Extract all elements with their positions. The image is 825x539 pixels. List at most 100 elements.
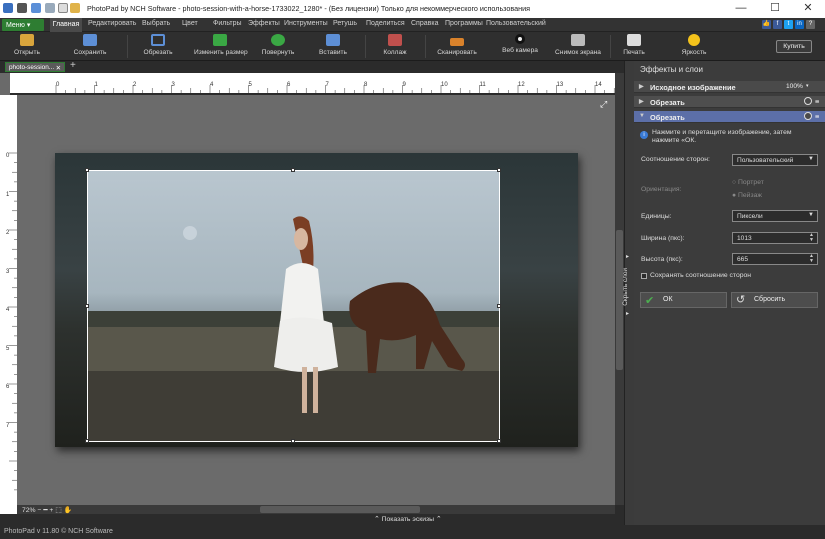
tab-share[interactable]: Поделиться	[366, 20, 405, 27]
crop-handle-tm[interactable]	[291, 168, 295, 172]
zoom-level[interactable]: 72% − ━ + ⬚ ✋	[22, 506, 72, 514]
aspect-select[interactable]: Пользовательский ▼	[732, 154, 818, 166]
stepper-icon[interactable]: ▲ ▼	[809, 233, 814, 243]
collapse-arrow-icon-2[interactable]: ▸	[626, 310, 629, 317]
layer-menu-icon[interactable]: ≡	[815, 97, 819, 106]
portrait-label: Портрет	[738, 179, 764, 186]
tab-home[interactable]: Главная	[50, 18, 82, 32]
hide-layers-label[interactable]: Скрыть слои	[622, 268, 629, 306]
brightness-label: Яркость	[681, 49, 707, 56]
crop-button[interactable]: Обрезать	[140, 34, 176, 56]
scan-button[interactable]: Сканировать	[435, 34, 479, 56]
ruler-label: 0	[6, 153, 10, 159]
toggle-layer-icon[interactable]	[804, 97, 812, 105]
printer-icon	[627, 34, 641, 46]
tab-retouch[interactable]: Ретушь	[333, 20, 357, 27]
open-button[interactable]: Открыть	[10, 34, 44, 56]
tab-edit[interactable]: Редактировать	[88, 20, 136, 27]
close-button[interactable]: ✕	[791, 0, 825, 18]
tab-tools[interactable]: Инструменты	[284, 20, 328, 27]
crop-instructions: Нажмите и перетащите изображение, затем …	[652, 129, 792, 144]
like-icon[interactable]: 👍	[762, 20, 771, 29]
ruler-label: 2	[6, 230, 10, 236]
expand-arrow-icon[interactable]: ▶	[639, 98, 644, 105]
insert-button[interactable]: Вставить	[316, 34, 350, 56]
crop-handle-bl[interactable]	[85, 439, 89, 443]
main-menu-button[interactable]: Меню ▾	[2, 19, 44, 31]
twitter-icon[interactable]: t	[784, 20, 793, 29]
print-button[interactable]: Печать	[618, 34, 650, 56]
tab-custom[interactable]: Пользовательский	[486, 20, 546, 27]
collapse-arrow-icon[interactable]: ▸	[626, 253, 629, 260]
photo	[88, 216, 499, 441]
expand-arrow-icon[interactable]: ▶	[639, 83, 644, 90]
crop-handle-tl[interactable]	[85, 168, 89, 172]
linkedin-icon[interactable]: in	[795, 20, 804, 29]
tab-effects[interactable]: Эффекты	[248, 20, 280, 27]
webcam-button[interactable]: Веб камера	[500, 34, 540, 54]
crop-handle-ml[interactable]	[85, 304, 89, 308]
open-quick-icon[interactable]	[70, 3, 80, 13]
crop-label: Обрезать	[143, 49, 173, 56]
opacity-dropdown-icon[interactable]: ▾	[806, 83, 809, 89]
aspect-value: Пользовательский	[737, 157, 794, 164]
screenshot-button[interactable]: Снимок экрана	[553, 34, 603, 56]
ok-button[interactable]: ✔ ОК	[640, 292, 727, 308]
horizontal-scroll-thumb[interactable]	[260, 506, 420, 513]
collapse-arrow-icon[interactable]: ▼	[639, 113, 645, 119]
brightness-button[interactable]: Яркость	[676, 34, 712, 56]
save-button[interactable]: Сохранить	[70, 34, 110, 56]
minimize-button[interactable]: —	[724, 0, 758, 18]
folder-icon	[20, 34, 34, 46]
ruler-label: 8	[364, 82, 368, 88]
undo-icon[interactable]	[31, 3, 41, 13]
keep-ratio-checkbox[interactable]	[641, 273, 647, 279]
collage-button[interactable]: Коллаж	[379, 34, 411, 56]
crop-selection[interactable]	[87, 170, 500, 442]
width-input[interactable]: 1013 ▲ ▼	[732, 232, 818, 244]
crop-handle-tr[interactable]	[497, 168, 501, 172]
maximize-button[interactable]: ☐	[758, 0, 792, 18]
redo-icon[interactable]	[45, 3, 55, 13]
close-tab-icon[interactable]: ✕	[56, 64, 61, 72]
layer-crop-2[interactable]: ▼ Обрезать ≡	[634, 111, 825, 123]
show-thumbnails-button[interactable]: ⌃ Показать эскизы ⌃	[374, 515, 442, 523]
rotate-button[interactable]: Повернуть	[260, 34, 296, 56]
height-input[interactable]: 665 ▲ ▼	[732, 253, 818, 265]
units-select[interactable]: Пиксели ▼	[732, 210, 818, 222]
crop-handle-mr[interactable]	[497, 304, 501, 308]
tab-programs[interactable]: Программы	[445, 20, 483, 27]
expand-canvas-icon[interactable]: ⤢	[600, 99, 607, 110]
new-icon[interactable]	[58, 3, 68, 13]
print-label: Печать	[623, 49, 645, 56]
new-tab-icon[interactable]: +	[70, 60, 76, 71]
tab-color[interactable]: Цвет	[182, 20, 198, 27]
tab-help[interactable]: Справка	[411, 20, 438, 27]
collage-label: Коллаж	[383, 49, 407, 56]
save-quick-icon[interactable]	[17, 3, 27, 13]
tab-select[interactable]: Выбрать	[142, 20, 170, 27]
scanner-icon	[450, 38, 464, 46]
document-tab-strip	[0, 61, 625, 73]
document-tab-label: photo-session...	[9, 64, 55, 71]
layer-original[interactable]: ▶ Исходное изображение 100% ▾	[634, 81, 825, 93]
tab-filters[interactable]: Фильтры	[213, 20, 242, 27]
reset-button[interactable]: ↺ Сбросить	[731, 292, 818, 308]
buy-button[interactable]: Купить	[776, 40, 812, 53]
help-icon[interactable]: ?	[806, 20, 815, 29]
opacity-value[interactable]: 100%	[786, 83, 803, 90]
thumbnail-bar	[0, 514, 625, 525]
toolbar: Открыть Сохранить Обрезать Изменить разм…	[0, 32, 825, 61]
document-tab[interactable]: photo-session... ✕	[5, 62, 65, 72]
crop-handle-bm[interactable]	[291, 439, 295, 443]
stepper-icon[interactable]: ▲ ▼	[809, 254, 814, 264]
ruler-label: 3	[171, 82, 175, 88]
crop-handle-br[interactable]	[497, 439, 501, 443]
zoom-controls[interactable]: − ━ + ⬚ ✋	[38, 507, 72, 514]
facebook-icon[interactable]: f	[773, 20, 782, 29]
toggle-layer-icon[interactable]	[804, 112, 812, 120]
ruler-label: 11	[479, 82, 486, 88]
layer-crop-1[interactable]: ▶ Обрезать ≡	[634, 96, 825, 108]
layer-menu-icon[interactable]: ≡	[815, 112, 819, 121]
resize-button[interactable]: Изменить размер	[194, 34, 248, 56]
